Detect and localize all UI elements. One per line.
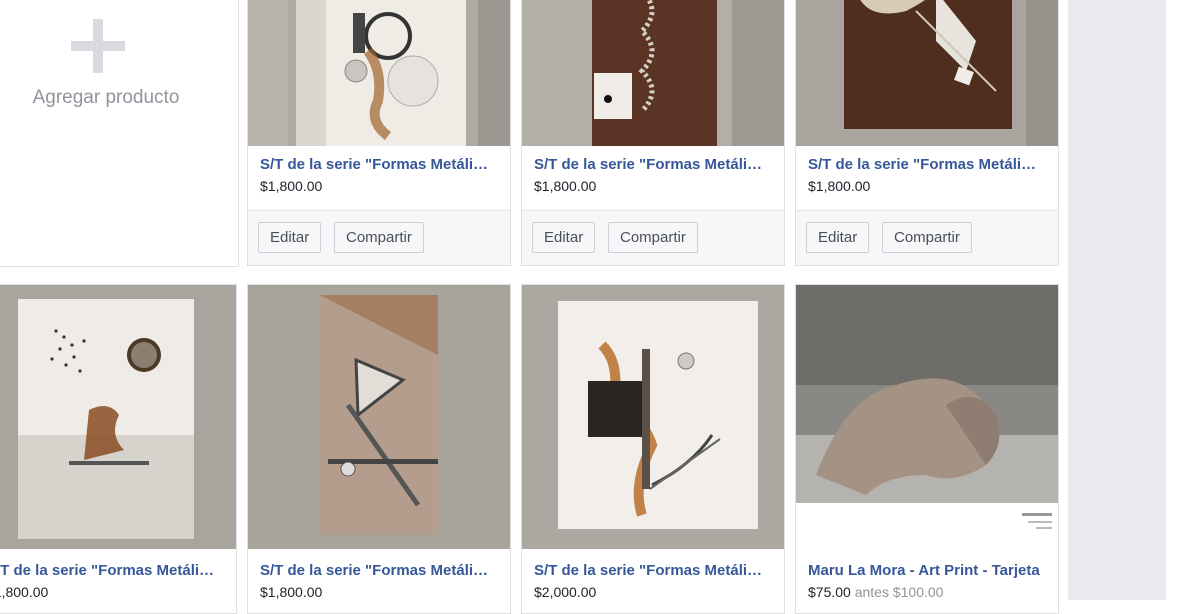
product-title[interactable]: S/T de la serie "Formas Metálicas"	[534, 155, 770, 175]
product-thumbnail[interactable]	[248, 0, 510, 146]
product-price: $1,800.00	[0, 584, 49, 600]
add-product-card[interactable]: Agregar producto	[0, 0, 239, 267]
product-card[interactable]: S/T de la serie "Formas Metálicas" $1,80…	[521, 0, 785, 266]
product-title[interactable]: Maru La Mora - Art Print - Tarjeta	[808, 561, 1044, 581]
plus-icon	[71, 19, 125, 73]
share-button[interactable]: Compartir	[882, 222, 972, 253]
product-title[interactable]: S/T de la serie "Formas Metálicas"	[0, 561, 222, 581]
edit-button[interactable]: Editar	[806, 222, 870, 253]
product-thumbnail[interactable]	[796, 285, 1058, 549]
product-title[interactable]: S/T de la serie "Formas Metálicas"	[260, 155, 496, 175]
product-card[interactable]: S/T de la serie "Formas Metálicas" $1,80…	[247, 284, 511, 614]
product-actions: Editar Compartir	[796, 210, 1058, 265]
product-card[interactable]: S/T de la serie "Formas Metálicas" $1,80…	[0, 284, 237, 614]
share-button[interactable]: Compartir	[334, 222, 424, 253]
product-card[interactable]: S/T de la serie "Formas Metálicas" $2,00…	[521, 284, 785, 614]
product-actions: Editar Compartir	[248, 210, 510, 265]
product-price: $1,800.00	[808, 178, 871, 194]
product-title[interactable]: S/T de la serie "Formas Metálicas"	[808, 155, 1044, 175]
product-price: $75.00 antes $100.00	[808, 582, 1044, 602]
product-thumbnail[interactable]	[522, 285, 784, 549]
product-card[interactable]: S/T de la serie "Formas Metálicas" $1,80…	[795, 0, 1059, 266]
old-price: $100.00	[892, 584, 944, 600]
product-price: $2,000.00	[534, 584, 597, 600]
product-price: $1,800.00	[260, 584, 323, 600]
sale-price: $75.00	[808, 584, 851, 600]
product-actions: Editar Compartir	[522, 210, 784, 265]
edit-button[interactable]: Editar	[258, 222, 322, 253]
right-sidebar-strip	[1166, 0, 1200, 600]
product-thumbnail[interactable]	[248, 285, 510, 549]
share-button[interactable]: Compartir	[608, 222, 698, 253]
product-thumbnail[interactable]	[0, 285, 236, 549]
product-thumbnail[interactable]	[522, 0, 784, 146]
edit-button[interactable]: Editar	[532, 222, 596, 253]
product-title[interactable]: S/T de la serie "Formas Metálicas"	[260, 561, 496, 581]
add-product-label: Agregar producto	[32, 87, 180, 108]
product-thumbnail[interactable]	[796, 0, 1058, 146]
product-price: $1,800.00	[534, 178, 597, 194]
product-title[interactable]: S/T de la serie "Formas Metálicas"	[534, 561, 770, 581]
right-sidebar-background	[1068, 0, 1200, 600]
product-card[interactable]: Maru La Mora - Art Print - Tarjeta $75.0…	[795, 284, 1059, 614]
product-card[interactable]: S/T de la serie "Formas Metálicas" $1,80…	[247, 0, 511, 266]
product-price: $1,800.00	[260, 178, 323, 194]
old-price-prefix: antes	[854, 584, 889, 600]
